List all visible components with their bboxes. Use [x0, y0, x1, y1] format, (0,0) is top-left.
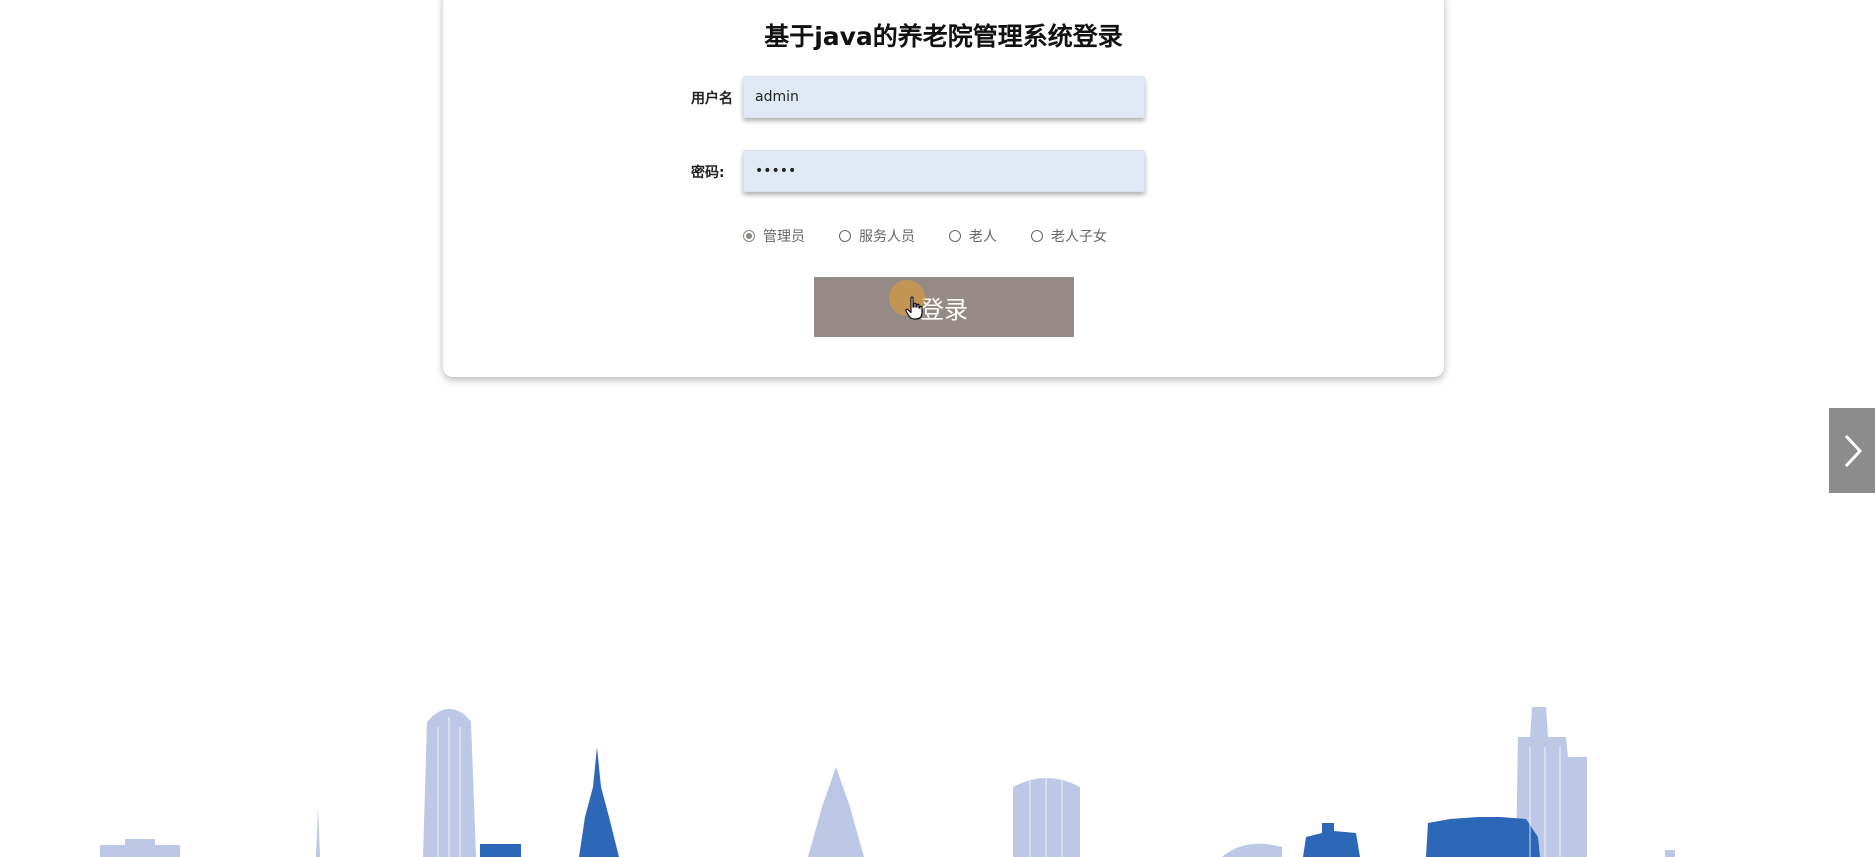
role-label: 管理员	[763, 229, 805, 245]
radio-unchecked-icon[interactable]	[949, 230, 961, 242]
role-label: 老人子女	[1051, 229, 1107, 245]
hand-pointer-icon	[905, 296, 923, 320]
role-option-elder[interactable]: 老人	[949, 226, 997, 246]
login-title: 基于java的养老院管理系统登录	[764, 22, 1123, 51]
radio-checked-icon[interactable]	[743, 230, 755, 242]
password-label: 密码:	[691, 165, 725, 181]
city-skyline-background	[100, 707, 1675, 857]
username-label: 用户名	[691, 91, 733, 107]
carousel-next-button[interactable]	[1829, 408, 1875, 493]
login-card: 基于java的养老院管理系统登录 用户名 密码: 管理员 服务人员 老人 老人子…	[443, 0, 1444, 377]
radio-unchecked-icon[interactable]	[839, 230, 851, 242]
role-option-elder-family[interactable]: 老人子女	[1031, 226, 1107, 246]
login-button-label: 登录	[920, 295, 968, 324]
login-button[interactable]: 登录	[814, 277, 1074, 337]
role-option-staff[interactable]: 服务人员	[839, 226, 915, 246]
username-input[interactable]	[743, 76, 1145, 118]
role-label: 老人	[969, 229, 997, 245]
role-label: 服务人员	[859, 229, 915, 245]
role-option-admin[interactable]: 管理员	[743, 226, 805, 246]
password-input[interactable]	[743, 150, 1145, 192]
radio-unchecked-icon[interactable]	[1031, 230, 1043, 242]
chevron-right-icon	[1844, 434, 1863, 467]
